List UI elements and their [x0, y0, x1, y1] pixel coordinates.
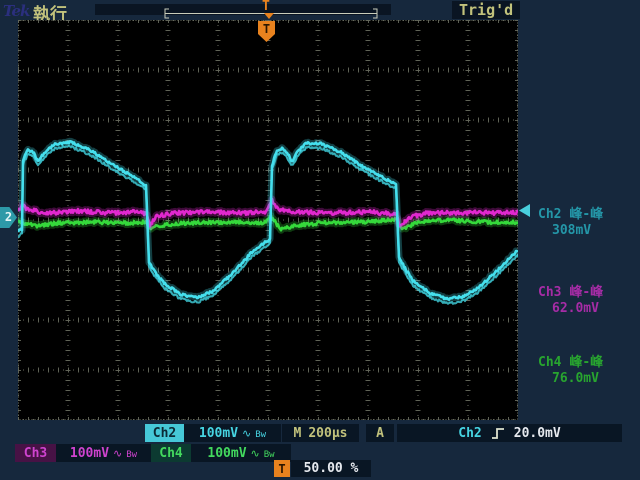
- trigger-level-arrow-icon: [519, 204, 530, 217]
- ch4-scale-value: 100mV: [207, 445, 247, 461]
- ch2-scale-value: 100mV: [198, 425, 239, 441]
- timebase-readout: M 200µs: [282, 424, 359, 442]
- measurement-ch2-pkpk: Ch2 峰-峰 308mV: [538, 207, 638, 239]
- waveform-display: [14, 18, 521, 422]
- measurement-ch3-label: Ch3 峰-峰: [538, 285, 604, 300]
- trigger-position-small-icon: T: [262, 0, 270, 14]
- ch4-channel-tab: Ch4: [151, 444, 191, 462]
- ac-coupling-icon: ∿: [242, 426, 252, 440]
- ch2-channel-tab: Ch2: [145, 424, 184, 442]
- measurement-ch2-label: Ch2 峰-峰: [538, 207, 604, 222]
- bandwidth-limit-icon: Bw: [255, 430, 267, 440]
- measurement-ch4-pkpk: Ch4 峰-峰 76.0mV: [538, 355, 638, 387]
- rising-edge-icon: [491, 427, 504, 439]
- trigger-status: Trig'd: [452, 1, 521, 19]
- ch2-scale-readout: 100mV ∿ Bw: [184, 424, 281, 442]
- acquisition-mode-readout: A: [366, 424, 394, 442]
- graticule: [14, 18, 521, 422]
- ac-coupling-icon: ∿: [250, 446, 260, 460]
- trigger-level-value: 20.0mV: [513, 425, 561, 441]
- measurement-ch4-label: Ch4 峰-峰: [538, 355, 604, 370]
- record-view-bar: [95, 4, 391, 19]
- measurement-ch2-value: 308mV: [552, 223, 592, 238]
- ch2-ground-marker: 2: [0, 207, 17, 228]
- timebase-value: 200µs: [308, 425, 348, 441]
- bandwidth-limit-icon: Bw: [263, 450, 275, 460]
- bandwidth-limit-icon: Bw: [126, 450, 138, 460]
- ch3-scale-value: 100mV: [69, 445, 110, 461]
- measurement-ch4-value: 76.0mV: [552, 371, 599, 386]
- trigger-position-percent: 50.00 %: [291, 460, 371, 477]
- trigger-readout: Ch2 20.0mV: [397, 424, 622, 442]
- record-window-bracket-icon: [164, 8, 378, 19]
- tek-logo: Tek: [3, 2, 30, 20]
- ch3-scale-readout: 100mV ∿ Bw: [56, 444, 151, 462]
- trigger-position-indicator: T: [274, 460, 290, 477]
- trigger-source-label: Ch2: [458, 425, 482, 441]
- ac-coupling-icon: ∿: [113, 446, 123, 460]
- measurement-ch3-pkpk: Ch3 峰-峰 62.0mV: [538, 285, 638, 317]
- measurement-ch3-value: 62.0mV: [552, 301, 599, 316]
- oscilloscope-screen: Tek 執行 T Trig'd T 2 Ch2 峰-峰 308mV Ch3 峰-…: [0, 0, 640, 480]
- ch3-channel-tab: Ch3: [15, 444, 56, 462]
- timebase-label: M: [293, 425, 302, 441]
